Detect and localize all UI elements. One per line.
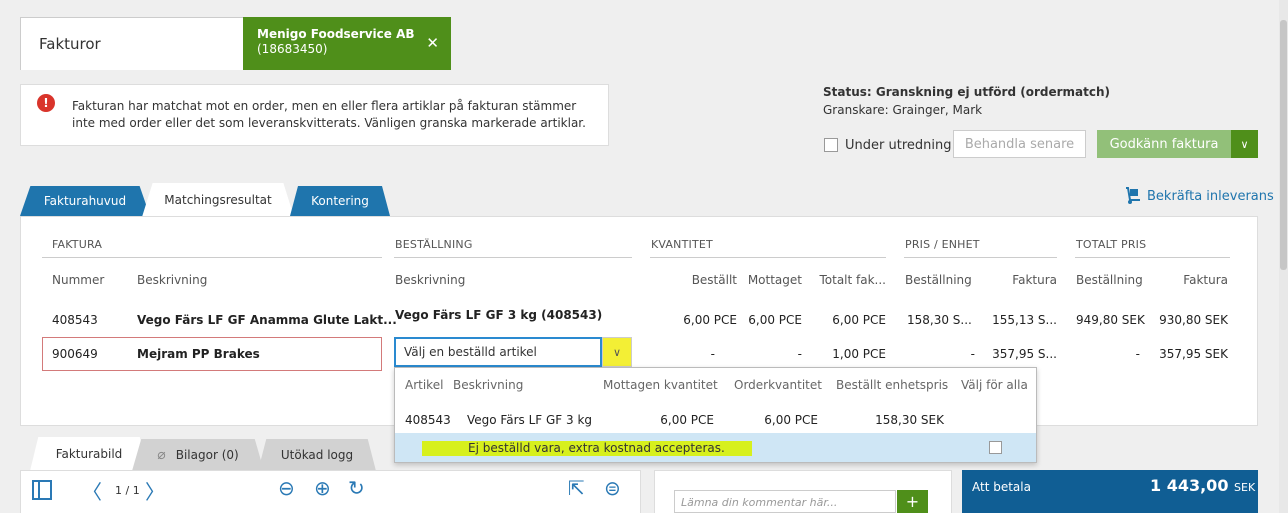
status-title: Status: Granskning ej utförd (ordermatch… [823, 85, 1111, 99]
row1-bestallt: 6,00 PCE [683, 313, 737, 327]
error-icon: ! [37, 94, 55, 112]
scrollbar-thumb[interactable] [1280, 20, 1287, 270]
row2-totalt-fak: 1,00 PCE [832, 347, 886, 361]
close-icon[interactable]: ✕ [426, 34, 439, 52]
tab-bilagor-label: Bilagor (0) [175, 448, 239, 462]
rotate-icon[interactable]: ↻ [348, 476, 365, 500]
row1-mottaget: 6,00 PCE [748, 313, 802, 327]
col-totalt-fak: Totalt fak... [819, 273, 886, 287]
col-pris-bestallning: Beställning [905, 273, 972, 287]
sidebar-toggle-icon[interactable] [32, 480, 52, 500]
row2-pris-faktura: 357,95 S... [992, 347, 1057, 361]
chevron-right-icon[interactable]: 〉 [145, 476, 165, 505]
tab-kontering[interactable]: Kontering [290, 186, 390, 216]
supplier-chip[interactable]: Menigo Foodservice AB (18683450) ✕ [243, 17, 451, 70]
chevron-down-icon[interactable]: ∨ [1231, 130, 1258, 158]
page-indicator: 1 / 1 [115, 484, 140, 497]
col-mottaget: Mottaget [747, 273, 802, 287]
reviewer: Granskare: Grainger, Mark [823, 103, 983, 117]
row2-bestallt: - [710, 347, 715, 361]
row2-pris-bestallning: - [970, 347, 975, 361]
tab-utokad-logg[interactable]: Utökad logg [258, 439, 376, 471]
dd-head-pris: Beställt enhetspris [836, 378, 949, 392]
col-nummer: Nummer [52, 273, 105, 287]
group-divider [1075, 257, 1230, 258]
row1-tot-bestallning: 949,80 SEK [1076, 313, 1145, 327]
col-tot-faktura: Faktura [1183, 273, 1228, 287]
row1-pris-bestallning: 158,30 S... [907, 313, 972, 327]
group-kvantitet: KVANTITET [651, 238, 713, 251]
tab-fakturabild[interactable]: Fakturabild [30, 437, 148, 471]
approve-invoice-button[interactable]: Godkänn faktura [1097, 130, 1231, 158]
row1-beskrivning: Vego Färs LF GF Anamma Glute Lakt... [137, 313, 397, 327]
row2-nummer: 900649 [52, 347, 98, 361]
dd-head-beskrivning: Beskrivning [453, 378, 524, 392]
row1-tot-faktura: 930,80 SEK [1159, 313, 1228, 327]
dd-item-mottagen: 6,00 PCE [660, 413, 714, 427]
under-investigation-checkbox[interactable] [824, 138, 838, 152]
confirm-delivery-label: Bekräfta inleverans [1147, 188, 1274, 204]
dd-head-mottagen: Mottagen kvantitet [603, 378, 718, 392]
group-totalt: TOTALT PRIS [1076, 238, 1147, 251]
dd-head-orderkvantitet: Orderkvantitet [734, 378, 822, 392]
supplier-name: Menigo Foodservice AB [257, 27, 415, 41]
pay-label: Att betala [972, 480, 1031, 494]
group-faktura: FAKTURA [52, 238, 103, 251]
select-all-checkbox[interactable] [989, 441, 1002, 454]
menu-icon[interactable]: ⊜ [604, 476, 621, 500]
group-divider [42, 257, 382, 258]
group-divider [650, 257, 886, 258]
dd-item-order: 6,00 PCE [764, 413, 818, 427]
dolly-icon [1126, 187, 1140, 204]
tab-matchingsresultat[interactable]: Matchingsresultat [142, 183, 294, 217]
add-comment-button[interactable]: + [897, 490, 928, 513]
group-divider [394, 257, 632, 258]
alert-text: Fakturan har matchat mot en order, men e… [72, 99, 586, 130]
col-order-beskrivning: Beskrivning [395, 273, 466, 287]
zoom-out-icon[interactable]: ⊖ [278, 476, 295, 500]
col-bestallt: Beställt [691, 273, 737, 287]
row1-nummer: 408543 [52, 313, 98, 327]
col-beskrivning: Beskrivning [137, 273, 208, 287]
dd-head-artikel: Artikel [405, 378, 444, 392]
row1-pris-faktura: 155,13 S... [992, 313, 1057, 327]
paperclip-icon: ⌀ [157, 447, 166, 463]
dd-item-pris: 158,30 SEK [875, 413, 944, 427]
match-alert: ! Fakturan har matchat mot en order, men… [20, 84, 609, 146]
pay-amount: 1 443,00 SEK [1150, 476, 1255, 495]
tab-fakturahuvud[interactable]: Fakturahuvud [20, 186, 150, 216]
open-external-icon[interactable]: ⇱ [568, 476, 585, 500]
dd-item-beskrivning[interactable]: Vego Färs LF GF 3 kg [467, 413, 592, 427]
col-pris-faktura: Faktura [1012, 273, 1057, 287]
confirm-delivery-link[interactable]: Bekräfta inleverans [1124, 187, 1274, 205]
fakturor-tab[interactable]: Fakturor [20, 17, 258, 70]
tab-bilagor[interactable]: ⌀ Bilagor (0) [132, 439, 264, 471]
comment-input[interactable]: Lämna din kommentar här... [674, 490, 896, 513]
dd-extra-option-label[interactable]: Ej beställd vara, extra kostnad accepter… [468, 441, 725, 455]
row2-beskrivning: Mejram PP Brakes [137, 347, 260, 361]
supplier-id: (18683450) [257, 42, 328, 56]
order-article-select[interactable]: Välj en beställd artikel [394, 337, 602, 367]
row2-mottaget: - [797, 347, 802, 361]
group-pris: PRIS / ENHET [905, 238, 980, 251]
zoom-in-icon[interactable]: ⊕ [314, 476, 331, 500]
dd-item-artikel[interactable]: 408543 [405, 413, 451, 427]
col-tot-bestallning: Beställning [1076, 273, 1143, 287]
group-bestallning: BESTÄLLNING [395, 238, 473, 251]
under-investigation-label: Under utredning [845, 138, 952, 153]
row1-order: Vego Färs LF GF 3 kg (408543) [395, 308, 603, 322]
row1-totalt-fak: 6,00 PCE [832, 313, 886, 327]
row2-tot-faktura: 357,95 SEK [1159, 347, 1228, 361]
pay-amount-value: 1 443,00 [1150, 476, 1229, 495]
row2-tot-bestallning: - [1135, 347, 1140, 361]
process-later-button[interactable]: Behandla senare [953, 130, 1086, 158]
group-divider [904, 257, 1057, 258]
pay-currency: SEK [1234, 481, 1256, 494]
chevron-down-icon[interactable]: ∨ [602, 337, 632, 367]
dd-head-valj-alla: Välj för alla [961, 378, 1028, 392]
chevron-left-icon[interactable]: 〈 [82, 476, 102, 505]
